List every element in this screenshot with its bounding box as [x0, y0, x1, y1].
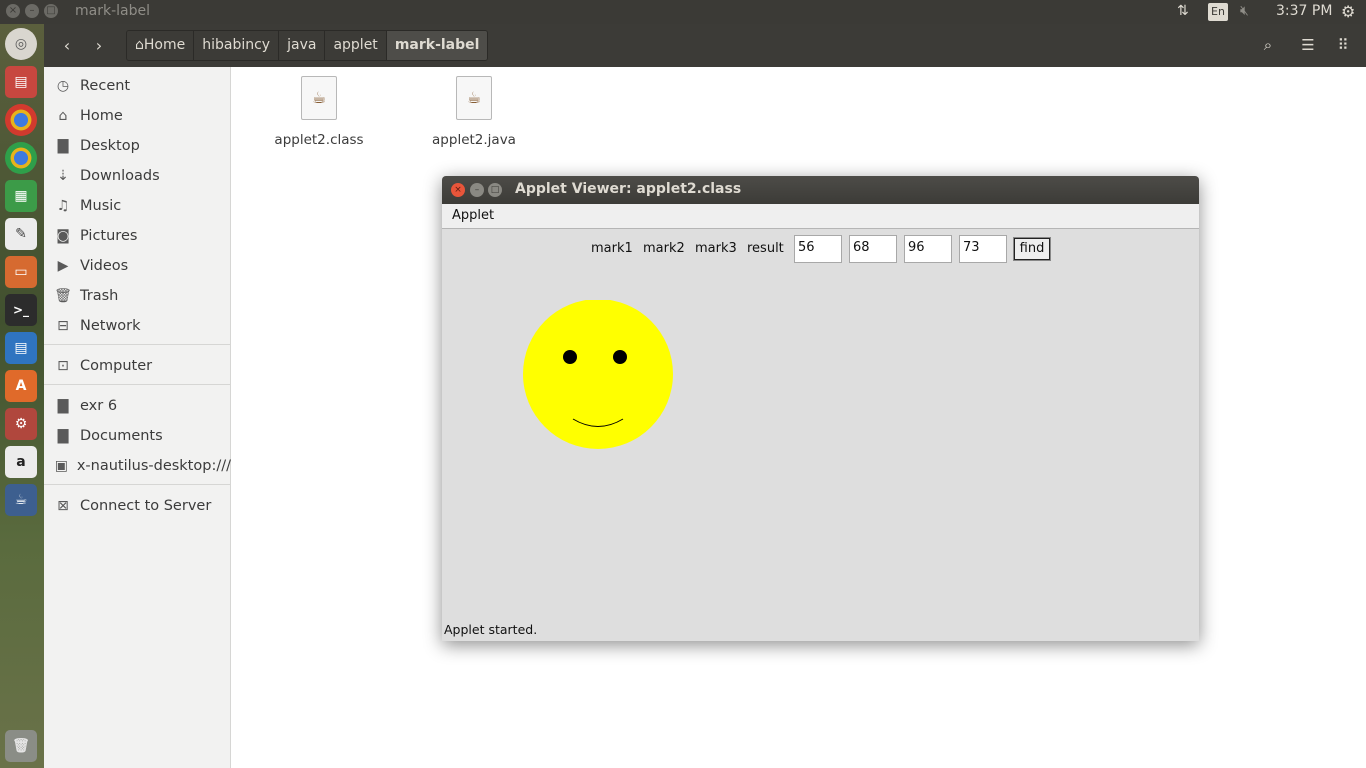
text-editor-icon[interactable]: ✎ [5, 218, 37, 250]
sidebar-item-desktop[interactable]: ▇ Desktop [44, 131, 231, 161]
result-label: result [747, 241, 784, 256]
java-app-icon[interactable]: ☕︎ [5, 484, 37, 516]
video-icon: ▶ [57, 258, 69, 274]
sidebar-item-music[interactable]: ♫ Music [44, 191, 231, 221]
close-icon[interactable]: × [451, 183, 465, 197]
language-indicator[interactable]: En [1208, 3, 1228, 21]
breadcrumb-applet[interactable]: applet [325, 31, 387, 60]
chevron-right-icon: › [95, 36, 103, 55]
chrome-browser-icon[interactable] [5, 104, 37, 136]
breadcrumb: ⌂Home hibabincy java applet mark-label [126, 30, 489, 61]
mark1-field[interactable]: 56 [794, 235, 842, 263]
applet-viewer-title: Applet Viewer: applet2.class [515, 181, 742, 197]
folder-icon: ▇ [57, 428, 69, 444]
smiley-left-eye [563, 350, 577, 364]
software-center-icon[interactable]: A [5, 370, 37, 402]
breadcrumb-home[interactable]: ⌂Home [127, 31, 195, 60]
minimize-icon[interactable]: – [25, 4, 39, 18]
download-icon: ⇣ [57, 168, 69, 184]
music-icon: ♫ [56, 198, 70, 214]
home-icon: ⌂ [135, 37, 144, 53]
server-icon: ⊠ [57, 498, 69, 514]
mark1-label: mark1 [591, 241, 633, 256]
java-coffee-icon: ☕︎ [301, 76, 337, 120]
calc-spreadsheet-icon[interactable]: ▦ [5, 180, 37, 212]
breadcrumb-java[interactable]: java [279, 31, 326, 60]
file-applet2-class[interactable]: ☕︎ applet2.class [264, 76, 374, 148]
grid-view-icon[interactable]: ⠿ [1327, 31, 1359, 60]
terminal-icon[interactable]: >_ [5, 294, 37, 326]
sidebar-item-downloads[interactable]: ⇣ Downloads [44, 161, 231, 191]
chrome-browser-2-icon[interactable] [5, 142, 37, 174]
breadcrumb-mark-label[interactable]: mark-label [386, 31, 488, 60]
desktop-icon: ▣ [54, 458, 69, 474]
sidebar-item-network[interactable]: ⊟ Network [44, 311, 231, 341]
places-sidebar: ◷ Recent ⌂ Home ▇ Desktop ⇣ Downloads ♫ Music… [44, 67, 231, 768]
applet-menu[interactable]: Applet [452, 208, 494, 223]
sidebar-item-recent[interactable]: ◷ Recent [44, 71, 231, 101]
smiley-right-eye [613, 350, 627, 364]
mark3-field[interactable]: 96 [904, 235, 952, 263]
search-icon[interactable]: ⌕ [1252, 31, 1284, 60]
file-name: applet2.class [274, 132, 364, 148]
applet-viewer-window: × – □ Applet Viewer: applet2.class Apple… [442, 176, 1199, 641]
chevron-left-icon: ‹ [63, 36, 71, 55]
file-name: applet2.java [432, 132, 516, 148]
breadcrumb-hibabincy[interactable]: hibabincy [194, 31, 280, 60]
find-button[interactable]: find [1013, 237, 1051, 261]
forward-button[interactable]: › [84, 32, 114, 59]
result-field[interactable]: 73 [959, 235, 1007, 263]
sidebar-divider [44, 344, 230, 345]
volume-muted-icon[interactable]: 🔇︎ [1240, 3, 1249, 19]
sidebar-item-nautilus-desktop[interactable]: ▣ x-nautilus-desktop:/// [44, 451, 231, 481]
minimize-icon[interactable]: – [470, 183, 484, 197]
trash-icon: 🗑︎ [54, 288, 72, 304]
sidebar-divider [44, 484, 230, 485]
files-app-icon[interactable]: ▤ [5, 66, 37, 98]
maximize-icon[interactable]: □ [44, 4, 58, 18]
sidebar-item-exr6[interactable]: ▇ exr 6 [44, 391, 231, 421]
camera-icon: ◙ [56, 228, 70, 244]
files-toolbar: ‹ › ⌂Home hibabincy java applet mark-lab… [44, 24, 1366, 67]
sidebar-divider [44, 384, 230, 385]
impress-presentation-icon[interactable]: ▭ [5, 256, 37, 288]
window-title: mark-label [75, 3, 150, 19]
folder-icon: ▇ [57, 138, 69, 154]
sidebar-item-videos[interactable]: ▶ Videos [44, 251, 231, 281]
sidebar-item-computer[interactable]: ⊡ Computer [44, 351, 231, 381]
sidebar-item-trash[interactable]: 🗑︎ Trash [44, 281, 231, 311]
sidebar-item-documents[interactable]: ▇ Documents [44, 421, 231, 451]
applet-viewer-titlebar[interactable]: × – □ Applet Viewer: applet2.class [442, 176, 1199, 204]
launcher: ◎ ▤ ▦ ✎ ▭ >_ ▤ A ⚙ a ☕︎ 🗑︎ [0, 24, 44, 768]
network-arrows-icon[interactable]: ⇅ [1177, 3, 1189, 19]
trash-launcher-icon[interactable]: 🗑︎ [5, 730, 37, 762]
sidebar-item-pictures[interactable]: ◙ Pictures [44, 221, 231, 251]
smiley-face-drawing [523, 300, 673, 449]
back-button[interactable]: ‹ [52, 32, 82, 59]
top-panel: × – □ mark-label ⇅ En 🔇︎ 3:37 PM ⚙ [0, 0, 1366, 24]
sidebar-item-home[interactable]: ⌂ Home [44, 101, 231, 131]
mark3-label: mark3 [695, 241, 737, 256]
clock-icon: ◷ [56, 78, 70, 94]
settings-gear-icon[interactable]: ⚙ [1341, 2, 1355, 21]
close-icon[interactable]: × [6, 4, 20, 18]
network-icon: ⊟ [57, 318, 69, 334]
system-settings-icon[interactable]: ⚙ [5, 408, 37, 440]
home-icon: ⌂ [58, 108, 68, 124]
writer-document-icon[interactable]: ▤ [5, 332, 37, 364]
folder-icon: ▇ [57, 398, 69, 414]
file-applet2-java[interactable]: ☕︎ applet2.java [419, 76, 529, 148]
applet-menubar: Applet [442, 204, 1199, 229]
list-view-icon[interactable]: ☰ [1292, 31, 1324, 60]
sidebar-item-connect-server[interactable]: ⊠ Connect to Server [44, 491, 231, 521]
mark2-label: mark2 [643, 241, 685, 256]
drive-icon: ⊡ [57, 358, 69, 374]
dash-home-icon[interactable]: ◎ [5, 28, 37, 60]
clock[interactable]: 3:37 PM [1276, 3, 1332, 19]
mark2-field[interactable]: 68 [849, 235, 897, 263]
maximize-icon[interactable]: □ [488, 183, 502, 197]
java-coffee-icon: ☕︎ [456, 76, 492, 120]
amazon-icon[interactable]: a [5, 446, 37, 478]
applet-status: Applet started. [444, 622, 538, 637]
